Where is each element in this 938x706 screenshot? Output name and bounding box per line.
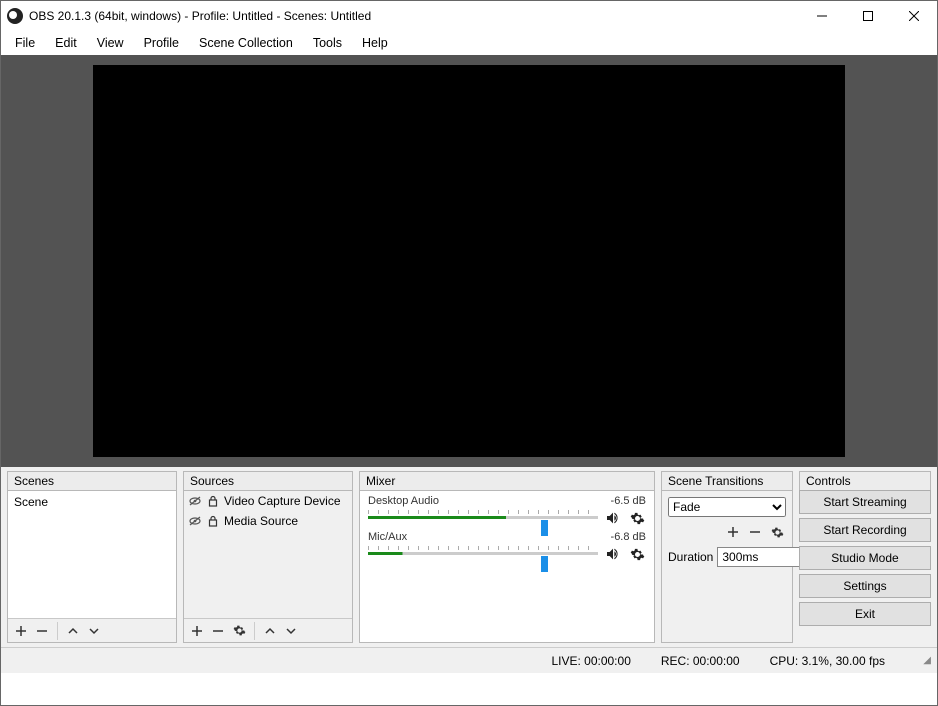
source-item[interactable]: Video Capture Device <box>184 491 352 511</box>
menu-tools[interactable]: Tools <box>303 34 352 52</box>
visibility-toggle-icon[interactable] <box>188 514 202 528</box>
settings-button[interactable]: Settings <box>799 574 931 598</box>
move-source-down-button[interactable] <box>282 622 300 640</box>
minimize-button[interactable] <box>799 1 845 31</box>
mute-button[interactable] <box>604 509 622 527</box>
bottom-panels: Scenes Scene Sources Video Capture Devic… <box>1 467 937 647</box>
sources-panel: Sources Video Capture Device Media Sourc… <box>183 471 353 643</box>
transitions-panel: Scene Transitions Fade Duration ▲ ▼ <box>661 471 793 643</box>
add-source-button[interactable] <box>188 622 206 640</box>
mixer-channel-name: Desktop Audio <box>368 495 439 507</box>
status-live: LIVE: 00:00:00 <box>551 654 630 668</box>
menubar: File Edit View Profile Scene Collection … <box>1 31 937 55</box>
preview-canvas[interactable] <box>93 65 845 457</box>
source-item-label: Media Source <box>224 514 298 528</box>
visibility-toggle-icon[interactable] <box>188 494 202 508</box>
mixer-volume-slider[interactable] <box>368 546 598 562</box>
source-item-label: Video Capture Device <box>224 494 341 508</box>
sources-toolbar <box>184 618 352 642</box>
menu-help[interactable]: Help <box>352 34 398 52</box>
move-source-up-button[interactable] <box>261 622 279 640</box>
statusbar: LIVE: 00:00:00 REC: 00:00:00 CPU: 3.1%, … <box>1 647 937 673</box>
start-streaming-button[interactable]: Start Streaming <box>799 490 931 514</box>
studio-mode-button[interactable]: Studio Mode <box>799 546 931 570</box>
scene-item-label: Scene <box>14 495 48 509</box>
menu-profile[interactable]: Profile <box>134 34 189 52</box>
window-controls <box>799 1 937 31</box>
separator <box>254 622 255 640</box>
window-title: OBS 20.1.3 (64bit, windows) - Profile: U… <box>29 9 371 23</box>
transitions-label: Scene Transitions <box>661 471 793 490</box>
source-item[interactable]: Media Source <box>184 511 352 531</box>
resize-grip-icon[interactable]: ◢ <box>915 655 931 666</box>
menu-scene-collection[interactable]: Scene Collection <box>189 34 303 52</box>
remove-scene-button[interactable] <box>33 622 51 640</box>
remove-source-button[interactable] <box>209 622 227 640</box>
scenes-list[interactable]: Scene <box>8 491 176 618</box>
remove-transition-button[interactable] <box>746 523 764 541</box>
mixer-body: Desktop Audio -6.5 dB <box>360 491 654 642</box>
sources-label: Sources <box>183 471 353 490</box>
transition-select[interactable]: Fade <box>668 497 786 517</box>
channel-settings-button[interactable] <box>628 545 646 563</box>
mixer-channel-name: Mic/Aux <box>368 531 407 543</box>
mixer-volume-slider[interactable] <box>368 510 598 526</box>
move-scene-down-button[interactable] <box>85 622 103 640</box>
add-transition-button[interactable] <box>724 523 742 541</box>
scenes-toolbar <box>8 618 176 642</box>
status-cpu: CPU: 3.1%, 30.00 fps <box>770 654 885 668</box>
menu-file[interactable]: File <box>5 34 45 52</box>
sources-list[interactable]: Video Capture Device Media Source <box>184 491 352 618</box>
mixer-slider-handle[interactable] <box>541 556 548 572</box>
duration-label: Duration <box>668 550 713 564</box>
menu-view[interactable]: View <box>87 34 134 52</box>
mixer-slider-handle[interactable] <box>541 520 548 536</box>
scenes-panel: Scenes Scene <box>7 471 177 643</box>
mute-button[interactable] <box>604 545 622 563</box>
scenes-label: Scenes <box>7 471 177 490</box>
add-scene-button[interactable] <box>12 622 30 640</box>
channel-settings-button[interactable] <box>628 509 646 527</box>
controls-label: Controls <box>799 471 931 490</box>
lock-icon[interactable] <box>206 494 220 508</box>
scene-item[interactable]: Scene <box>10 493 174 511</box>
app-icon <box>7 8 23 24</box>
move-scene-up-button[interactable] <box>64 622 82 640</box>
mixer-label: Mixer <box>359 471 655 490</box>
menu-edit[interactable]: Edit <box>45 34 87 52</box>
preview-area <box>1 55 937 467</box>
source-properties-button[interactable] <box>230 622 248 640</box>
maximize-button[interactable] <box>845 1 891 31</box>
mixer-channel-level: -6.5 dB <box>611 495 646 507</box>
mixer-channel-desktop-audio: Desktop Audio -6.5 dB <box>368 495 646 527</box>
mixer-channel-level: -6.8 dB <box>611 531 646 543</box>
start-recording-button[interactable]: Start Recording <box>799 518 931 542</box>
exit-button[interactable]: Exit <box>799 602 931 626</box>
titlebar: OBS 20.1.3 (64bit, windows) - Profile: U… <box>1 1 937 31</box>
close-button[interactable] <box>891 1 937 31</box>
separator <box>57 622 58 640</box>
transition-properties-button[interactable] <box>768 523 786 541</box>
controls-panel: Controls Start Streaming Start Recording… <box>799 471 931 643</box>
mixer-panel: Mixer Desktop Audio -6.5 dB <box>359 471 655 643</box>
lock-icon[interactable] <box>206 514 220 528</box>
mixer-channel-mic-aux: Mic/Aux -6.8 dB <box>368 531 646 563</box>
status-rec: REC: 00:00:00 <box>661 654 740 668</box>
